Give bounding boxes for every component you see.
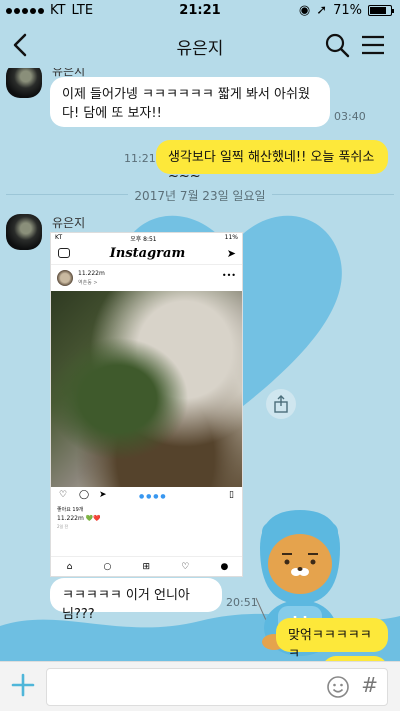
battery-icon	[368, 5, 394, 16]
message-time: 03:40	[334, 110, 366, 123]
location-arrow-icon: ➚	[316, 3, 328, 18]
message-time: 11:21	[124, 152, 156, 165]
shot-post-time: 2일 전	[57, 524, 69, 529]
shot-carrier: KT	[55, 234, 63, 241]
chat-area[interactable]: 유은지 이제 들어가넹 ㅋㅋㅋㅋㅋㅋ 짧게 봐서 아쉬웠다! 담에 또 보자!!…	[0, 68, 400, 661]
message-time: 20:51	[226, 596, 258, 609]
message-text: 생각보다 일찍 해산했네!! 오늘 푹쉬소~~~	[168, 150, 375, 184]
shot-likes: 좋아요 19개	[57, 507, 84, 513]
share-button[interactable]	[266, 389, 296, 419]
sent-message-bubble[interactable]: 맞얶ㅋㅋㅋㅋㅋㅋ	[276, 618, 388, 661]
sender-name: 유은지	[52, 216, 86, 230]
date-divider: 2017년 7월 23일 일요일	[0, 187, 400, 204]
shot-status-bar: KT 오후 8:51 11%	[51, 233, 242, 243]
emoticon-icon[interactable]	[326, 675, 350, 699]
status-right: ◉ ➚ 71%	[298, 3, 394, 18]
shot-battery: 11%	[224, 234, 238, 241]
heart-icon: ♡	[59, 490, 68, 500]
carousel-dots: ● ● ● ●	[139, 493, 166, 500]
profile-icon: ●	[220, 561, 229, 572]
shot-instagram-header: Instagram ➤	[51, 243, 242, 265]
shot-time: 오후 8:51	[130, 236, 157, 243]
shot-profile-pic	[57, 270, 73, 286]
message-text: 이제 들어가넹 ㅋㅋㅋㅋㅋㅋ 짧게 봐서 아쉬웠다! 담에 또 보자!!	[62, 87, 310, 121]
bookmark-icon: ▯	[229, 490, 234, 500]
add-post-icon: ⊞	[142, 561, 151, 572]
status-bar: KT LTE 21:21 ◉ ➚ 71%	[0, 0, 400, 22]
activity-heart-icon: ♡	[181, 561, 190, 572]
shot-bottom-nav: ⌂ ○ ⊞ ♡ ●	[51, 556, 242, 576]
hashtag-search-icon[interactable]: #	[361, 673, 378, 697]
share-icon	[274, 395, 288, 413]
share-icon: ➤	[99, 490, 107, 500]
instagram-logo: Instagram	[109, 246, 186, 261]
comment-icon: ◯	[79, 490, 90, 500]
shot-username: 11.222m	[78, 270, 105, 277]
sent-message-bubble[interactable]: 생각보다 일찍 해산했네!! 오늘 푹쉬소~~~	[156, 140, 388, 184]
shot-post-photo	[51, 291, 242, 487]
shot-caption: 11.222m 💚❤️	[57, 515, 101, 522]
search-icon[interactable]	[324, 32, 350, 58]
battery-percent: 71%	[333, 3, 362, 18]
instagram-screenshot-image[interactable]: KT 오후 8:51 11% Instagram ➤ 11.222m 역촌동 >…	[50, 232, 243, 577]
sender-avatar[interactable]	[6, 68, 42, 98]
message-input-bar: #	[0, 661, 400, 711]
direct-send-icon: ➤	[226, 247, 236, 260]
search-icon: ○	[103, 561, 112, 572]
sender-avatar[interactable]	[6, 214, 42, 250]
received-message-bubble[interactable]: 이제 들어가넹 ㅋㅋㅋㅋㅋㅋ 짧게 봐서 아쉬웠다! 담에 또 보자!!	[50, 77, 330, 127]
lock-rotation-icon: ◉	[298, 3, 311, 18]
home-icon: ⌂	[66, 561, 73, 572]
more-dots-icon: •••	[221, 271, 236, 280]
date-label: 2017년 7월 23일 일요일	[128, 189, 272, 203]
plus-icon[interactable]	[10, 672, 36, 698]
menu-icon[interactable]	[360, 33, 386, 57]
shot-location: 역촌동 >	[78, 280, 98, 286]
received-message-bubble[interactable]: ㅋㅋㅋㅋㅋ 이거 언니아님???	[50, 578, 222, 622]
chat-header: 유은지	[0, 22, 400, 68]
shot-post-header: 11.222m 역촌동 > •••	[51, 265, 242, 291]
shot-action-row: ♡ ◯ ➤ ● ● ● ● ▯	[51, 487, 242, 505]
